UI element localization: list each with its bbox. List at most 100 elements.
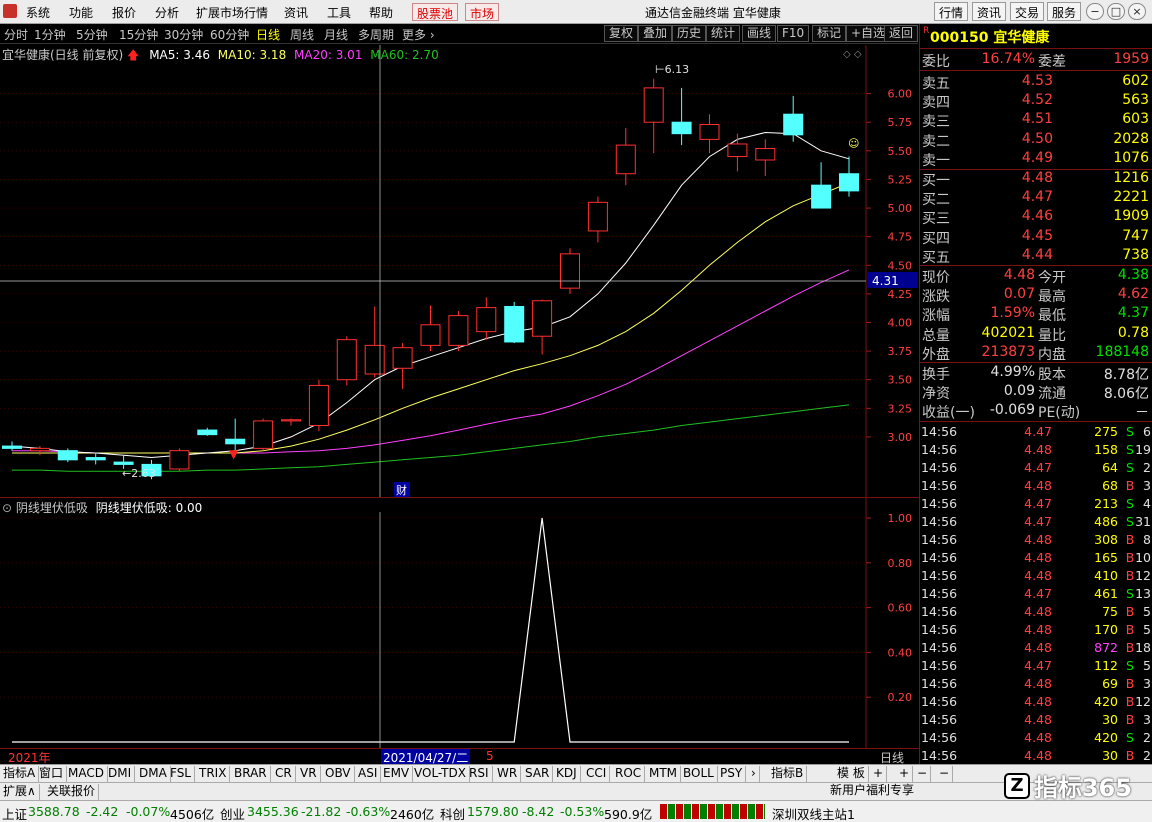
indicator-tab-cr[interactable]: CR: [272, 766, 296, 782]
period-daily[interactable]: 日线: [256, 26, 280, 43]
tab-right-control[interactable]: +: [896, 766, 914, 782]
back-button[interactable]: 返回: [884, 25, 919, 42]
period-1min[interactable]: 1分钟: [34, 26, 66, 43]
tick-side: S: [1126, 658, 1134, 673]
indicator-tab-指标a[interactable]: 指标A: [0, 766, 40, 782]
bid-level[interactable]: 买五 4.44 738: [920, 247, 1152, 266]
indicator-tab-cci[interactable]: CCI: [583, 766, 611, 782]
ask-level[interactable]: 卖五 4.53 602: [920, 73, 1152, 92]
close-icon[interactable]: ×: [1128, 3, 1146, 20]
period-tick[interactable]: 分时: [4, 26, 28, 43]
window-title: 通达信金融终端 宜华健康: [645, 6, 781, 20]
cy-index-change: -21.82: [301, 804, 342, 819]
news-ticker[interactable]: 新用户福利专享: [830, 782, 1010, 800]
bid-level[interactable]: 买四 4.45 747: [920, 228, 1152, 247]
menu-function[interactable]: 功能: [69, 4, 93, 21]
ask-level[interactable]: 卖一 4.49 1076: [920, 150, 1152, 169]
separator: [920, 70, 1152, 71]
bid-level[interactable]: 买一 4.48 1216: [920, 170, 1152, 189]
indicator-tab-boll[interactable]: BOLL: [680, 766, 718, 782]
indicator-tab-trix[interactable]: TRIX: [196, 766, 231, 782]
tick-volume: 275: [1094, 424, 1118, 439]
indicator-tab-mtm[interactable]: MTM: [646, 766, 682, 782]
period-30min[interactable]: 30分钟: [164, 26, 203, 43]
stock-code-name[interactable]: 000150 宜华健康: [930, 27, 1049, 47]
bid-level[interactable]: 买二 4.47 2221: [920, 189, 1152, 208]
adjust-button[interactable]: 复权: [604, 25, 639, 42]
tab-right-control[interactable]: −: [914, 766, 932, 782]
minimize-icon[interactable]: −: [1086, 3, 1104, 20]
indicator-tab-obv[interactable]: OBV: [322, 766, 355, 782]
indicator-tab-wr[interactable]: WR: [494, 766, 522, 782]
indicator-tab-emv[interactable]: EMV: [380, 766, 414, 782]
ask-level[interactable]: 卖四 4.52 563: [920, 92, 1152, 111]
bid-level[interactable]: 买三 4.46 1909: [920, 208, 1152, 227]
menu-extended-market[interactable]: 扩展市场行情: [196, 4, 268, 21]
indicator-tab-roc[interactable]: ROC: [612, 766, 646, 782]
related-quote-button[interactable]: 关联报价: [44, 784, 100, 800]
ask-level[interactable]: 卖二 4.50 2028: [920, 131, 1152, 150]
menu-help[interactable]: 帮助: [369, 4, 393, 21]
indicator-tab-fsl[interactable]: FSL: [167, 766, 195, 782]
y-tick-label: 0.80: [888, 557, 913, 570]
candlestick-chart[interactable]: 6.00 5.75 5.50 5.25 5.00 4.75 4.50 4.25 4.00 3.75…: [0, 45, 919, 497]
kc-index-value: 1579.80: [467, 804, 519, 819]
indicator-tab-psy[interactable]: PSY: [717, 766, 747, 782]
candle: [783, 95, 804, 142]
period-60min[interactable]: 60分钟: [210, 26, 249, 43]
period-monthly[interactable]: 月线: [324, 26, 348, 43]
draw-line-button[interactable]: 画线: [742, 25, 777, 42]
indicator-tab-brar[interactable]: BRAR: [231, 766, 271, 782]
indicator-tab-kdj[interactable]: KDJ: [553, 766, 581, 782]
statistics-button[interactable]: 统计: [706, 25, 741, 42]
history-button[interactable]: 历史: [672, 25, 707, 42]
period-weekly[interactable]: 周线: [290, 26, 314, 43]
indicator-tab-vol-tdx[interactable]: VOL-TDX: [411, 766, 470, 782]
indicator-tab-asi[interactable]: ASI: [355, 766, 382, 782]
server-label[interactable]: 深圳双线主站1: [772, 804, 855, 822]
period-15min[interactable]: 15分钟: [119, 26, 158, 43]
indicator-tab-sar[interactable]: SAR: [522, 766, 554, 782]
tick-count: 5: [1143, 658, 1151, 673]
tab-right-control[interactable]: −: [936, 766, 954, 782]
news-button[interactable]: 资讯: [972, 2, 1007, 21]
tab-right-control[interactable]: 指标B: [768, 766, 808, 782]
service-button[interactable]: 服务: [1047, 2, 1082, 21]
menu-news[interactable]: 资讯: [284, 4, 308, 21]
indicator-chart[interactable]: 1.00 0.80 0.60 0.40 0.20: [0, 498, 919, 748]
indicator-tab-vr[interactable]: VR: [297, 766, 321, 782]
menu-system[interactable]: 系统: [26, 4, 50, 21]
tab-scroll-right-icon[interactable]: ›: [748, 766, 760, 782]
ma5-legend: MA5: 3.46: [149, 48, 210, 62]
fundamental-row: 收益(一) -0.069 PE(动) －: [920, 402, 1152, 421]
chart-options-icon[interactable]: ◇ ◇: [843, 49, 862, 60]
f10-button[interactable]: F10: [777, 25, 810, 42]
overlay-button[interactable]: 叠加: [638, 25, 673, 42]
chart-title: 宜华健康(日线 前复权): [2, 48, 124, 62]
indicator-collapse-icon[interactable]: ⊙: [2, 501, 12, 515]
indicator-tab-窗口[interactable]: 窗口: [36, 766, 68, 782]
market-button[interactable]: 市场: [465, 3, 500, 21]
indicator-tab-dma[interactable]: DMA: [136, 766, 171, 782]
tick-count: 3: [1143, 478, 1151, 493]
tab-right-control[interactable]: +: [870, 766, 888, 782]
period-multi[interactable]: 多周期: [358, 26, 394, 43]
indicator-tab-rsi[interactable]: RSI: [466, 766, 493, 782]
ask-level[interactable]: 卖三 4.51 603: [920, 111, 1152, 130]
stat-row: 总量 402021 量比 0.78: [920, 325, 1152, 344]
indicator-tab-dmi[interactable]: DMI: [105, 766, 136, 782]
mark-button[interactable]: 标记: [812, 25, 847, 42]
period-5min[interactable]: 5分钟: [76, 26, 108, 43]
stock-pool-button[interactable]: 股票池: [412, 3, 459, 21]
menu-quote[interactable]: 报价: [112, 4, 136, 21]
tick-volume: 158: [1094, 442, 1118, 457]
menu-analysis[interactable]: 分析: [155, 4, 179, 21]
indicator-tab-macd[interactable]: MACD: [65, 766, 108, 782]
tab-right-control[interactable]: 模 板: [834, 766, 869, 782]
period-more[interactable]: 更多 ›: [402, 26, 435, 43]
trade-button[interactable]: 交易: [1010, 2, 1045, 21]
restore-icon[interactable]: □: [1107, 3, 1125, 20]
quote-button[interactable]: 行情: [934, 2, 969, 21]
menu-tools[interactable]: 工具: [327, 4, 351, 21]
extend-toggle-button[interactable]: 扩展∧: [0, 784, 40, 800]
